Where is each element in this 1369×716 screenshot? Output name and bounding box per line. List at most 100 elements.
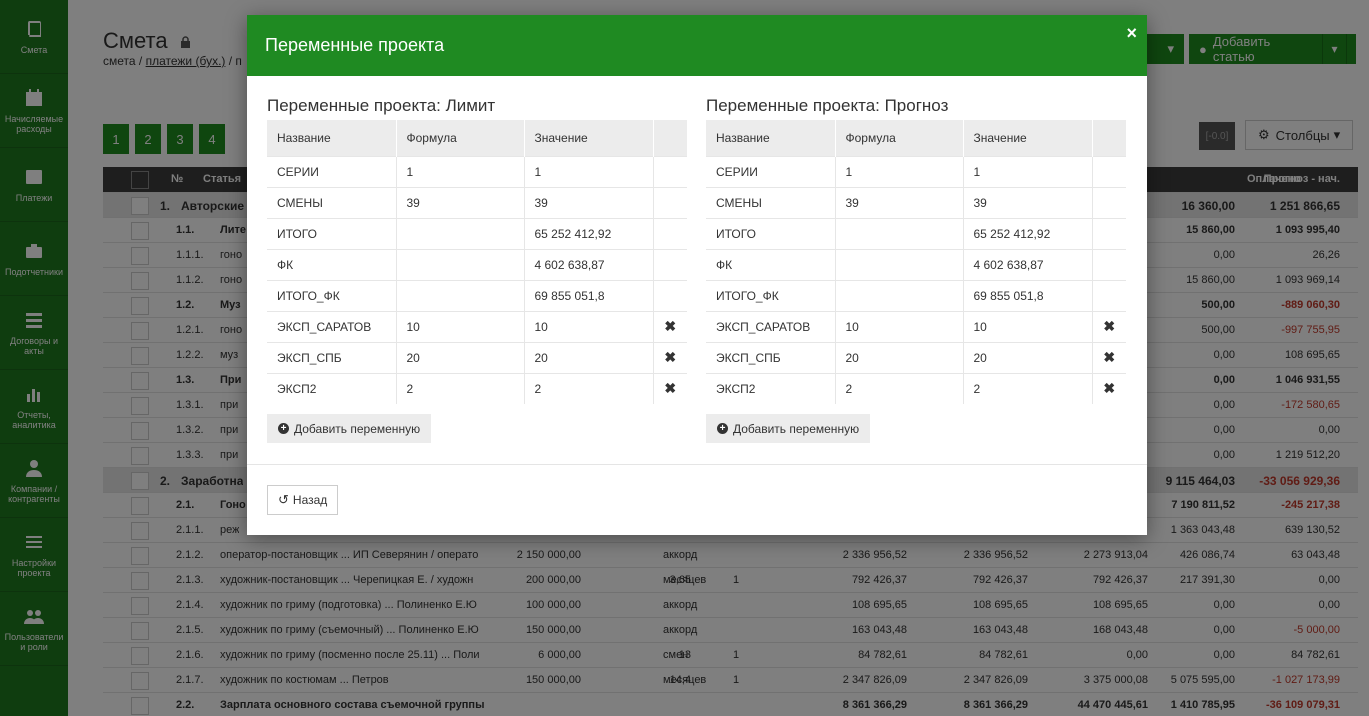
forecast-panel-title: Переменные проекта: Прогноз <box>706 96 949 115</box>
col-name: Название <box>706 120 836 156</box>
variable-formula[interactable]: 2 <box>396 372 525 404</box>
variable-formula: 39 <box>396 186 525 218</box>
variable-formula[interactable]: 10 <box>396 310 525 342</box>
variable-formula <box>835 279 964 311</box>
variable-formula <box>396 279 525 311</box>
variable-name: ИТОГО <box>267 217 397 249</box>
empty-action <box>653 155 687 187</box>
variable-row: ЭКСП_СПБ 20 20 ✖ <box>267 341 687 373</box>
variable-value: 4 602 638,87 <box>963 248 1093 280</box>
variable-value: 1 <box>524 155 654 187</box>
forecast-variables-panel: Переменные проекта: Прогноз Название Фор… <box>706 96 1126 443</box>
col-value: Значение <box>524 120 654 156</box>
variable-value: 39 <box>963 186 1093 218</box>
modal-header: Переменные проекта × <box>247 15 1147 76</box>
variable-name: СЕРИИ <box>706 155 836 187</box>
delete-icon[interactable]: ✖ <box>1092 310 1126 342</box>
limit-variables-table: Название Формула Значение СЕРИИ 1 1 СМЕНЫ 39… <box>267 120 687 404</box>
variable-name: ЭКСП_СПБ <box>706 341 836 373</box>
variable-row: ИТОГО_ФК 69 855 051,8 <box>267 279 687 311</box>
variable-row: ЭКСП2 2 2 ✖ <box>267 372 687 404</box>
variable-name: ИТОГО <box>706 217 836 249</box>
delete-icon[interactable]: ✖ <box>1092 341 1126 373</box>
variable-value: 2 <box>524 372 654 404</box>
variable-row: ЭКСП_САРАТОВ 10 10 ✖ <box>706 310 1126 342</box>
variable-name: ЭКСП2 <box>267 372 397 404</box>
close-icon[interactable]: × <box>1126 23 1137 44</box>
col-name: Название <box>267 120 397 156</box>
variable-name: ЭКСП_САРАТОВ <box>706 310 836 342</box>
col-actions <box>1092 120 1126 156</box>
variable-row: СЕРИИ 1 1 <box>267 155 687 187</box>
modal-footer: ↺ Назад <box>247 464 1147 535</box>
plus-circle-icon: + <box>717 423 728 434</box>
variable-row: ИТОГО 65 252 412,92 <box>706 217 1126 249</box>
variable-formula: 39 <box>835 186 964 218</box>
empty-action <box>1092 279 1126 311</box>
variable-value: 65 252 412,92 <box>963 217 1093 249</box>
variable-formula[interactable]: 20 <box>835 341 964 373</box>
variable-row: СМЕНЫ 39 39 <box>706 186 1126 218</box>
variable-value: 20 <box>524 341 654 373</box>
variable-name: ФК <box>267 248 397 280</box>
variable-name: ЭКСП2 <box>706 372 836 404</box>
variable-value: 10 <box>963 310 1093 342</box>
delete-icon[interactable]: ✖ <box>653 310 687 342</box>
variable-name: ЭКСП_СПБ <box>267 341 397 373</box>
variable-name: ЭКСП_САРАТОВ <box>267 310 397 342</box>
empty-action <box>653 217 687 249</box>
variable-name: ИТОГО_ФК <box>706 279 836 311</box>
add-forecast-variable-button[interactable]: + Добавить переменную <box>706 414 871 443</box>
empty-action <box>1092 155 1126 187</box>
variable-row: ЭКСП2 2 2 ✖ <box>706 372 1126 404</box>
variable-formula <box>835 248 964 280</box>
variable-formula[interactable]: 10 <box>835 310 964 342</box>
variable-value: 39 <box>524 186 654 218</box>
variable-row: ФК 4 602 638,87 <box>706 248 1126 280</box>
col-value: Значение <box>963 120 1093 156</box>
variable-formula <box>396 248 525 280</box>
variable-formula: 1 <box>396 155 525 187</box>
variable-name: СЕРИИ <box>267 155 397 187</box>
variable-row: ФК 4 602 638,87 <box>267 248 687 280</box>
variable-value: 1 <box>963 155 1093 187</box>
project-variables-modal: Переменные проекта × Переменные проекта:… <box>247 15 1147 535</box>
empty-action <box>653 248 687 280</box>
limit-panel-title: Переменные проекта: Лимит <box>267 96 496 115</box>
back-button[interactable]: ↺ Назад <box>267 485 339 515</box>
limit-variables-panel: Переменные проекта: Лимит Название Форму… <box>267 96 687 443</box>
delete-icon[interactable]: ✖ <box>1092 372 1126 404</box>
variable-row: ЭКСП_СПБ 20 20 ✖ <box>706 341 1126 373</box>
forecast-variables-table: Название Формула Значение СЕРИИ 1 1 СМЕНЫ 39… <box>706 120 1126 404</box>
variable-row: ЭКСП_САРАТОВ 10 10 ✖ <box>267 310 687 342</box>
variable-value: 10 <box>524 310 654 342</box>
undo-icon: ↺ <box>278 492 289 507</box>
empty-action <box>653 186 687 218</box>
variable-value: 20 <box>963 341 1093 373</box>
variable-name: ФК <box>706 248 836 280</box>
variable-row: ИТОГО 65 252 412,92 <box>267 217 687 249</box>
variable-name: СМЕНЫ <box>267 186 397 218</box>
variable-row: СЕРИИ 1 1 <box>706 155 1126 187</box>
variable-value: 69 855 051,8 <box>524 279 654 311</box>
delete-icon[interactable]: ✖ <box>653 372 687 404</box>
variable-formula <box>396 217 525 249</box>
empty-action <box>653 279 687 311</box>
variable-value: 2 <box>963 372 1093 404</box>
empty-action <box>1092 217 1126 249</box>
variable-name: ИТОГО_ФК <box>267 279 397 311</box>
variable-row: ИТОГО_ФК 69 855 051,8 <box>706 279 1126 311</box>
variable-formula[interactable]: 20 <box>396 341 525 373</box>
col-actions <box>653 120 687 156</box>
variable-value: 4 602 638,87 <box>524 248 654 280</box>
add-limit-variable-button[interactable]: + Добавить переменную <box>267 414 432 443</box>
delete-icon[interactable]: ✖ <box>653 341 687 373</box>
modal-title: Переменные проекта <box>265 35 445 55</box>
col-formula: Формула <box>396 120 525 156</box>
variable-name: СМЕНЫ <box>706 186 836 218</box>
variable-value: 69 855 051,8 <box>963 279 1093 311</box>
col-formula: Формула <box>835 120 964 156</box>
variable-formula <box>835 217 964 249</box>
empty-action <box>1092 248 1126 280</box>
variable-formula[interactable]: 2 <box>835 372 964 404</box>
